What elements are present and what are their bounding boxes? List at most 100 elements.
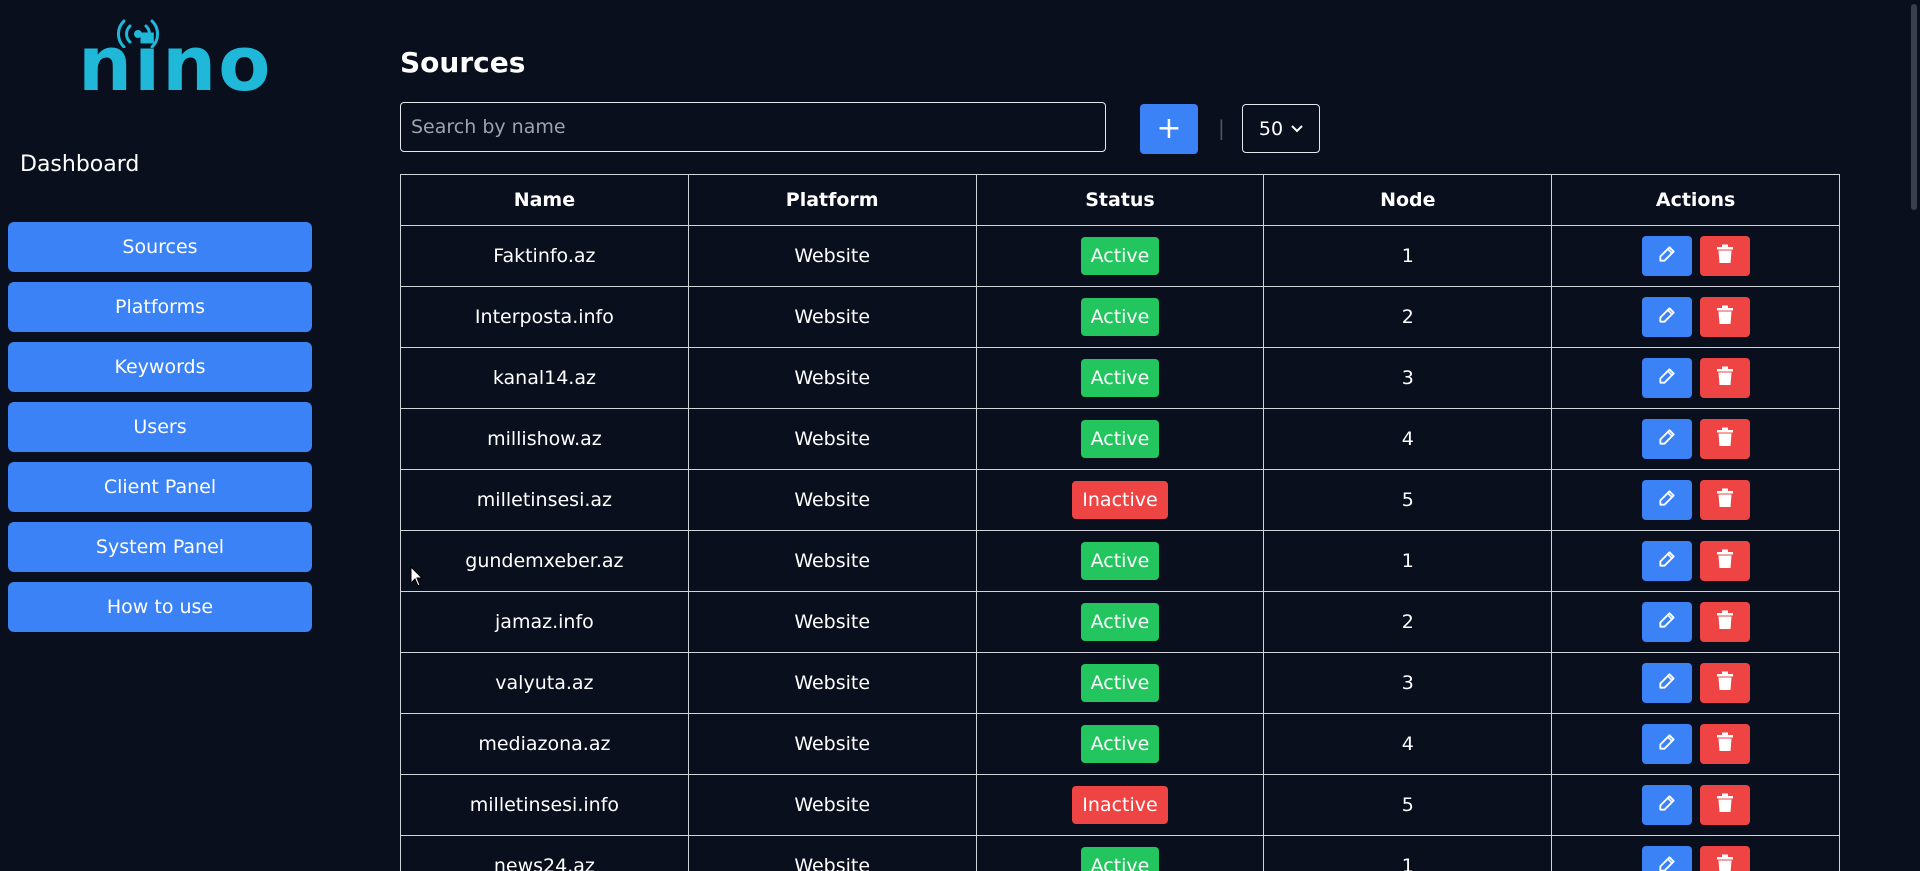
delete-button[interactable] xyxy=(1699,602,1750,642)
status-badge: Active xyxy=(1080,298,1160,336)
delete-button[interactable] xyxy=(1699,541,1750,581)
cell-name: millishow.az xyxy=(400,408,689,470)
table-row[interactable]: valyuta.az Website Active 3 xyxy=(400,652,1840,714)
page-title: Sources xyxy=(400,46,526,79)
cell-node: 1 xyxy=(1263,835,1553,871)
trash-icon xyxy=(1716,671,1734,696)
sidebar-item-client-panel[interactable]: Client Panel xyxy=(8,462,312,512)
delete-button[interactable] xyxy=(1699,358,1750,398)
edit-icon xyxy=(1657,610,1677,635)
edit-button[interactable] xyxy=(1641,602,1692,642)
edit-button[interactable] xyxy=(1641,297,1692,337)
delete-button[interactable] xyxy=(1699,785,1750,825)
trash-icon xyxy=(1716,732,1734,757)
cell-node: 2 xyxy=(1263,286,1553,348)
page-scrollbar[interactable] xyxy=(1906,0,1920,871)
edit-icon xyxy=(1657,488,1677,513)
table-row[interactable]: mediazona.az Website Active 4 xyxy=(400,713,1840,775)
edit-button[interactable] xyxy=(1641,419,1692,459)
cell-platform: Website xyxy=(687,774,977,836)
column-header-node[interactable]: Node xyxy=(1263,174,1553,226)
sidebar-item-how-to-use[interactable]: How to use xyxy=(8,582,312,632)
table-row[interactable]: kanal14.az Website Active 3 xyxy=(400,347,1840,409)
sidebar-item-users[interactable]: Users xyxy=(8,402,312,452)
cell-status: Inactive xyxy=(975,469,1265,531)
edit-button[interactable] xyxy=(1641,480,1692,520)
status-badge: Active xyxy=(1080,725,1160,763)
delete-button[interactable] xyxy=(1699,236,1750,276)
logo[interactable]: nino xyxy=(78,18,270,102)
table-row[interactable]: millishow.az Website Active 4 xyxy=(400,408,1840,470)
sidebar: nino Dashboard Sources Platforms Keyword… xyxy=(0,0,330,871)
mouse-cursor-icon xyxy=(410,566,424,587)
cell-status: Active xyxy=(975,225,1265,287)
app: nino Dashboard Sources Platforms Keyword… xyxy=(0,0,1920,871)
edit-icon xyxy=(1657,366,1677,391)
cell-actions xyxy=(1551,591,1840,653)
delete-button[interactable] xyxy=(1699,419,1750,459)
table-row[interactable]: Faktinfo.az Website Active 1 xyxy=(400,225,1840,287)
sources-table: Name Platform Status Node Actions Faktin… xyxy=(400,174,1840,871)
edit-button[interactable] xyxy=(1641,724,1692,764)
column-header-platform[interactable]: Platform xyxy=(687,174,977,226)
column-header-status[interactable]: Status xyxy=(975,174,1265,226)
edit-button[interactable] xyxy=(1641,785,1692,825)
delete-button[interactable] xyxy=(1699,663,1750,703)
cell-node: 4 xyxy=(1263,713,1553,775)
table-row[interactable]: gundemxeber.az Website Active 1 xyxy=(400,530,1840,592)
edit-button[interactable] xyxy=(1641,541,1692,581)
column-header-actions: Actions xyxy=(1551,174,1840,226)
chevron-down-icon xyxy=(1291,124,1303,132)
page-size-select[interactable]: 50 xyxy=(1242,104,1320,153)
table-row[interactable]: Interposta.info Website Active 2 xyxy=(400,286,1840,348)
sidebar-item-system-panel[interactable]: System Panel xyxy=(8,522,312,572)
trash-icon xyxy=(1716,427,1734,452)
edit-button[interactable] xyxy=(1641,236,1692,276)
sidebar-item-platforms[interactable]: Platforms xyxy=(8,282,312,332)
cell-platform: Website xyxy=(687,408,977,470)
cell-platform: Website xyxy=(687,835,977,871)
table-row[interactable]: milletinsesi.az Website Inactive 5 xyxy=(400,469,1840,531)
status-badge: Active xyxy=(1080,420,1160,458)
scrollbar-thumb[interactable] xyxy=(1911,4,1917,210)
cell-node: 5 xyxy=(1263,469,1553,531)
cell-actions xyxy=(1551,835,1840,871)
cell-status: Active xyxy=(975,652,1265,714)
cell-actions xyxy=(1551,408,1840,470)
edit-button[interactable] xyxy=(1641,846,1692,871)
cell-platform: Website xyxy=(687,652,977,714)
cell-node: 3 xyxy=(1263,347,1553,409)
cell-name: jamaz.info xyxy=(400,591,689,653)
cell-status: Active xyxy=(975,713,1265,775)
delete-button[interactable] xyxy=(1699,846,1750,871)
cell-status: Active xyxy=(975,591,1265,653)
cell-node: 4 xyxy=(1263,408,1553,470)
cell-actions xyxy=(1551,774,1840,836)
cell-platform: Website xyxy=(687,225,977,287)
delete-button[interactable] xyxy=(1699,480,1750,520)
column-header-name[interactable]: Name xyxy=(400,174,689,226)
status-badge: Active xyxy=(1080,603,1160,641)
edit-button[interactable] xyxy=(1641,663,1692,703)
trash-icon xyxy=(1716,305,1734,330)
cell-actions xyxy=(1551,713,1840,775)
logo-text: nino xyxy=(78,19,273,108)
delete-button[interactable] xyxy=(1699,724,1750,764)
edit-icon xyxy=(1657,671,1677,696)
sidebar-item-sources[interactable]: Sources xyxy=(8,222,312,272)
sidebar-item-keywords[interactable]: Keywords xyxy=(8,342,312,392)
cell-node: 1 xyxy=(1263,225,1553,287)
sidebar-nav: Sources Platforms Keywords Users Client … xyxy=(8,222,312,642)
edit-button[interactable] xyxy=(1641,358,1692,398)
add-source-button[interactable]: + xyxy=(1140,104,1198,154)
status-badge: Active xyxy=(1080,847,1160,871)
cell-node: 1 xyxy=(1263,530,1553,592)
table-row[interactable]: milletinsesi.info Website Inactive 5 xyxy=(400,774,1840,836)
cell-name: mediazona.az xyxy=(400,713,689,775)
search-input[interactable] xyxy=(400,102,1106,152)
table-row[interactable]: jamaz.info Website Active 2 xyxy=(400,591,1840,653)
edit-icon xyxy=(1657,244,1677,269)
edit-icon xyxy=(1657,732,1677,757)
table-row[interactable]: news24.az Website Active 1 xyxy=(400,835,1840,871)
delete-button[interactable] xyxy=(1699,297,1750,337)
